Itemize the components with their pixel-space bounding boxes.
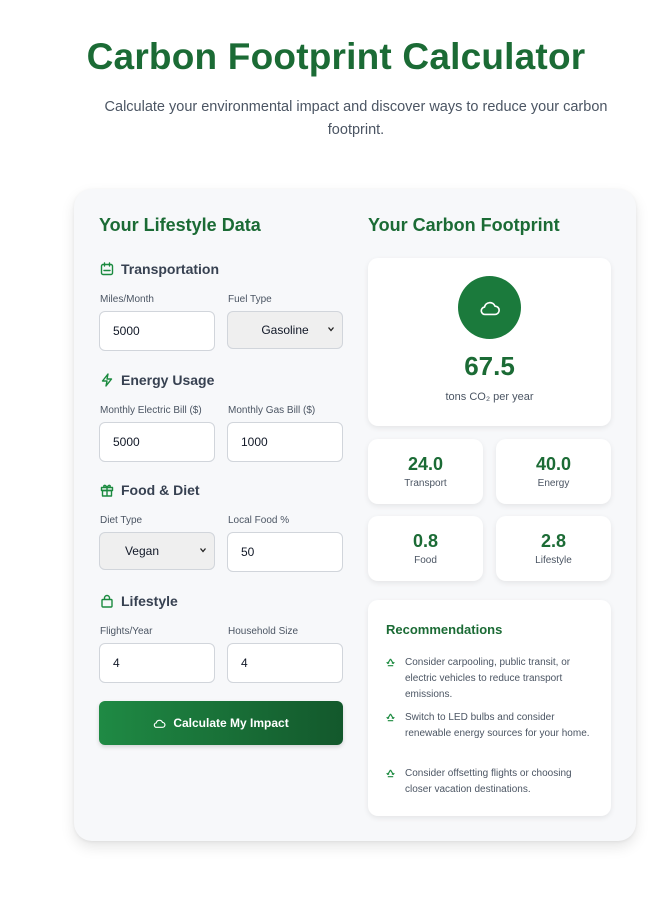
stat-value: 2.8 xyxy=(540,531,567,551)
electric-bill-label: Monthly Electric Bill ($) xyxy=(100,405,202,416)
miles-input[interactable] xyxy=(99,311,215,351)
recycle-icon xyxy=(386,713,395,722)
section-lifestyle-label: Lifestyle xyxy=(121,593,178,609)
stat-label: Lifestyle xyxy=(535,555,572,566)
stat-label: Transport xyxy=(404,478,447,489)
shopping-bag-icon xyxy=(101,594,113,608)
flights-input[interactable] xyxy=(99,643,215,683)
recommendation-text: Consider carpooling, public transit, or … xyxy=(405,657,571,700)
miles-label: Miles/Month xyxy=(100,294,154,305)
fuel-type-value: Gasoline xyxy=(261,323,309,337)
recommendations-title: Recommendations xyxy=(386,622,503,637)
stat-value: 0.8 xyxy=(412,531,439,551)
stat-label: Energy xyxy=(537,478,570,489)
page-subtitle: Calculate your environmental impact and … xyxy=(104,99,608,138)
electric-bill-input[interactable] xyxy=(99,422,215,462)
gift-icon xyxy=(100,484,114,497)
carbon-footprint-title: Your Carbon Footprint xyxy=(368,215,560,235)
stat-card-food: 0.8 Food xyxy=(368,516,483,581)
recommendation-text: Switch to LED bulbs and consider renewab… xyxy=(405,712,590,739)
section-transportation: Transportation xyxy=(100,261,219,277)
total-footprint-card: 67.5 tons CO₂ per year xyxy=(368,258,611,426)
stat-card-transport: 24.0 Transport xyxy=(368,439,483,504)
recommendation-item: Switch to LED bulbs and consider renewab… xyxy=(386,710,596,742)
stat-label: Food xyxy=(414,555,437,566)
household-size-label: Household Size xyxy=(228,626,299,637)
stat-value: 24.0 xyxy=(407,454,444,474)
lightning-icon xyxy=(101,373,113,387)
recommendation-item: Consider offsetting flights or choosing … xyxy=(386,766,596,798)
household-size-input[interactable] xyxy=(227,643,343,683)
page-title: Carbon Footprint Calculator xyxy=(86,36,586,77)
section-food-label: Food & Diet xyxy=(121,482,200,498)
section-lifestyle: Lifestyle xyxy=(100,593,178,609)
fuel-type-label: Fuel Type xyxy=(228,294,272,305)
local-food-label: Local Food % xyxy=(228,515,290,526)
section-food: Food & Diet xyxy=(100,482,200,498)
section-energy: Energy Usage xyxy=(100,372,214,388)
calendar-icon xyxy=(100,262,114,276)
chevron-down-icon xyxy=(200,548,206,553)
local-food-input[interactable] xyxy=(227,532,343,572)
calculate-button-label: Calculate My Impact xyxy=(173,716,289,730)
chevron-down-icon xyxy=(328,327,334,332)
lifestyle-data-title: Your Lifestyle Data xyxy=(99,215,261,235)
cloud-icon xyxy=(154,719,166,728)
total-footprint-value: 67.5 xyxy=(464,351,515,381)
calculate-button[interactable]: Calculate My Impact xyxy=(99,701,343,745)
total-footprint-unit: tons CO₂ per year xyxy=(445,391,534,403)
section-energy-label: Energy Usage xyxy=(121,372,215,388)
gas-bill-label: Monthly Gas Bill ($) xyxy=(228,405,316,416)
section-transportation-label: Transportation xyxy=(121,261,220,277)
fuel-type-select[interactable]: Gasoline xyxy=(227,311,343,349)
total-icon-circle xyxy=(458,276,521,339)
recommendation-item: Consider carpooling, public transit, or … xyxy=(386,655,596,703)
cloud-icon xyxy=(479,301,500,315)
stat-value: 40.0 xyxy=(535,454,572,474)
recommendation-text: Consider offsetting flights or choosing … xyxy=(405,768,572,795)
stat-card-energy: 40.0 Energy xyxy=(496,439,611,504)
recycle-icon xyxy=(386,658,395,667)
diet-type-select[interactable]: Vegan xyxy=(99,532,215,570)
flights-label: Flights/Year xyxy=(100,626,153,637)
gas-bill-input[interactable] xyxy=(227,422,343,462)
diet-type-value: Vegan xyxy=(124,544,160,558)
diet-type-label: Diet Type xyxy=(100,515,143,526)
stat-card-lifestyle: 2.8 Lifestyle xyxy=(496,516,611,581)
recommendations-card: Recommendations Consider carpooling, pub… xyxy=(368,600,611,816)
recycle-icon xyxy=(386,769,395,778)
